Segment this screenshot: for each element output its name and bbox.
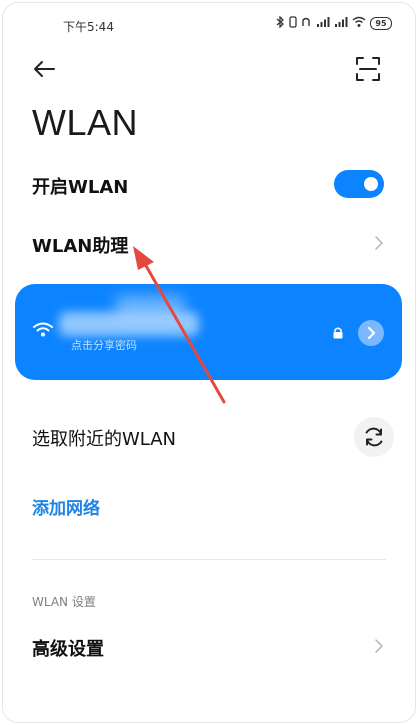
wlan-settings-section-header: WLAN 设置 (32, 595, 96, 609)
wlan-toggle-row[interactable]: 开启WLAN (2, 170, 416, 200)
back-button[interactable] (30, 54, 60, 84)
chevron-right-icon (375, 236, 383, 250)
battery-icon: 95 (370, 17, 392, 30)
vibrate-icon (289, 16, 297, 31)
add-network-link[interactable]: 添加网络 (32, 494, 100, 519)
wifi-icon (33, 322, 53, 337)
signal-icon-2 (334, 16, 348, 31)
nearby-wlan-label: 选取附近的WLAN (32, 429, 177, 450)
wlan-toggle-switch[interactable] (334, 170, 384, 198)
status-time: 下午5:44 (63, 20, 114, 34)
lock-icon (333, 327, 343, 339)
divider (32, 559, 386, 560)
page-title: WLAN (32, 102, 139, 143)
signal-icon-1 (316, 16, 330, 31)
chevron-right-icon (375, 639, 383, 653)
network-detail-button[interactable] (358, 320, 384, 346)
wifi-status-icon (352, 16, 366, 31)
status-icons: 95 (276, 15, 392, 31)
nearby-wlan-row: 选取附近的WLAN (2, 417, 416, 457)
share-password-hint[interactable]: 点击分享密码 (71, 337, 137, 353)
nfc-icon (301, 16, 312, 31)
wlan-assistant-label: WLAN助理 (32, 236, 129, 257)
scan-qr-button[interactable] (353, 54, 383, 84)
status-bar: 下午5:44 95 (2, 2, 416, 46)
connected-network-card[interactable]: 点击分享密码 (15, 284, 402, 380)
arrow-left-icon (34, 61, 55, 77)
wlan-assistant-row[interactable]: WLAN助理 (2, 230, 416, 260)
advanced-settings-row[interactable]: 高级设置 (2, 632, 416, 662)
toggle-knob (364, 177, 378, 191)
advanced-settings-label: 高级设置 (32, 639, 104, 660)
chevron-right-icon (367, 326, 376, 340)
refresh-icon (365, 427, 383, 447)
wlan-toggle-label: 开启WLAN (32, 177, 129, 198)
refresh-button[interactable] (354, 417, 394, 457)
scan-icon (356, 57, 380, 81)
wlan-settings-screen: 下午5:44 95 WLAN 开启WLAN WLAN助理 点击分享密码 选取附近… (2, 2, 416, 723)
bluetooth-icon (276, 15, 285, 31)
network-name-redacted (59, 312, 199, 336)
